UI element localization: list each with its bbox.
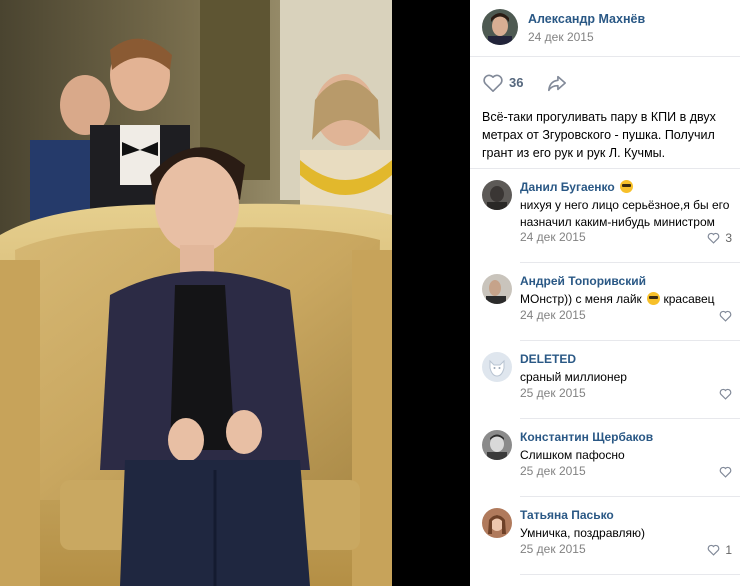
commenter-avatar[interactable] xyxy=(482,430,512,460)
divider xyxy=(520,418,740,419)
comment-like-button[interactable] xyxy=(692,465,732,481)
commenter-name[interactable]: Татьяна Пасько xyxy=(520,508,614,522)
comment-text: нихуя у него лицо серьёзное,я бы его наз… xyxy=(520,198,730,229)
comment-text: Слишком пафосно xyxy=(520,448,625,462)
post-date[interactable]: 24 дек 2015 xyxy=(528,30,594,44)
divider xyxy=(470,168,740,169)
post-actions: 36 xyxy=(482,72,582,94)
comment: Андрей Топоривский МОнстр)) с меня лайк … xyxy=(482,274,732,346)
like-count[interactable]: 36 xyxy=(509,75,523,90)
comment-date[interactable]: 24 дек 2015 xyxy=(520,230,586,244)
heart-icon xyxy=(707,232,720,244)
share-arrow-icon[interactable] xyxy=(546,73,568,93)
comment-like-button[interactable]: 1 xyxy=(692,543,732,559)
comment: Данил Бугаенко нихуя у него лицо серьёзн… xyxy=(482,180,732,252)
commenter-avatar[interactable] xyxy=(482,180,512,210)
comment-date[interactable]: 25 дек 2015 xyxy=(520,386,586,400)
heart-icon xyxy=(719,388,732,400)
comment-date[interactable]: 24 дек 2015 xyxy=(520,308,586,322)
photo-scene xyxy=(0,0,392,586)
comment-like-button[interactable]: 3 xyxy=(692,231,732,247)
comment-text: МОнстр)) с меня лайк красавец xyxy=(520,292,715,306)
divider xyxy=(520,340,740,341)
comment-text: Умничка, поздравляю) xyxy=(520,526,645,540)
post-photo[interactable] xyxy=(0,0,392,586)
photo-backdrop xyxy=(392,0,470,586)
comment-like-count: 1 xyxy=(725,543,732,557)
comment-like-count: 3 xyxy=(725,231,732,245)
deleted-avatar-icon xyxy=(482,352,512,382)
commenter-avatar[interactable] xyxy=(482,508,512,538)
post-author: Александр Махнёв 24 дек 2015 xyxy=(482,9,732,49)
author-name[interactable]: Александр Махнёв xyxy=(528,12,645,26)
heart-icon[interactable] xyxy=(482,73,504,93)
divider xyxy=(520,262,740,263)
commenter-avatar[interactable] xyxy=(482,274,512,304)
comment: Константин Щербаков Слишком пафосно 25 д… xyxy=(482,430,732,502)
comment-like-button[interactable] xyxy=(692,387,732,403)
divider xyxy=(470,56,740,57)
comment-date[interactable]: 25 дек 2015 xyxy=(520,542,586,556)
heart-icon xyxy=(707,544,720,556)
heart-icon xyxy=(719,310,732,322)
comment: DELETED сраный миллионер 25 дек 2015 xyxy=(482,352,732,424)
sunglasses-emoji-icon xyxy=(620,180,634,193)
divider xyxy=(520,496,740,497)
post-panel: Александр Махнёв 24 дек 2015 36 Всё-таки… xyxy=(470,0,740,586)
commenter-name[interactable]: Данил Бугаенко xyxy=(520,180,634,194)
comment-date[interactable]: 25 дек 2015 xyxy=(520,464,586,478)
post-caption: Всё-таки прогуливать пару в КПИ в двух м… xyxy=(482,110,716,160)
comment-text: сраный миллионер xyxy=(520,370,627,384)
comment: Татьяна Пасько Умничка, поздравляю) 25 д… xyxy=(482,508,732,580)
heart-icon xyxy=(719,466,732,478)
commenter-name[interactable]: DELETED xyxy=(520,352,576,366)
commenter-name[interactable]: Константин Щербаков xyxy=(520,430,653,444)
divider xyxy=(520,574,740,575)
author-avatar[interactable] xyxy=(482,9,518,45)
commenter-name[interactable]: Андрей Топоривский xyxy=(520,274,646,288)
smirk-emoji-icon xyxy=(647,292,661,305)
comment-like-button[interactable] xyxy=(692,309,732,325)
